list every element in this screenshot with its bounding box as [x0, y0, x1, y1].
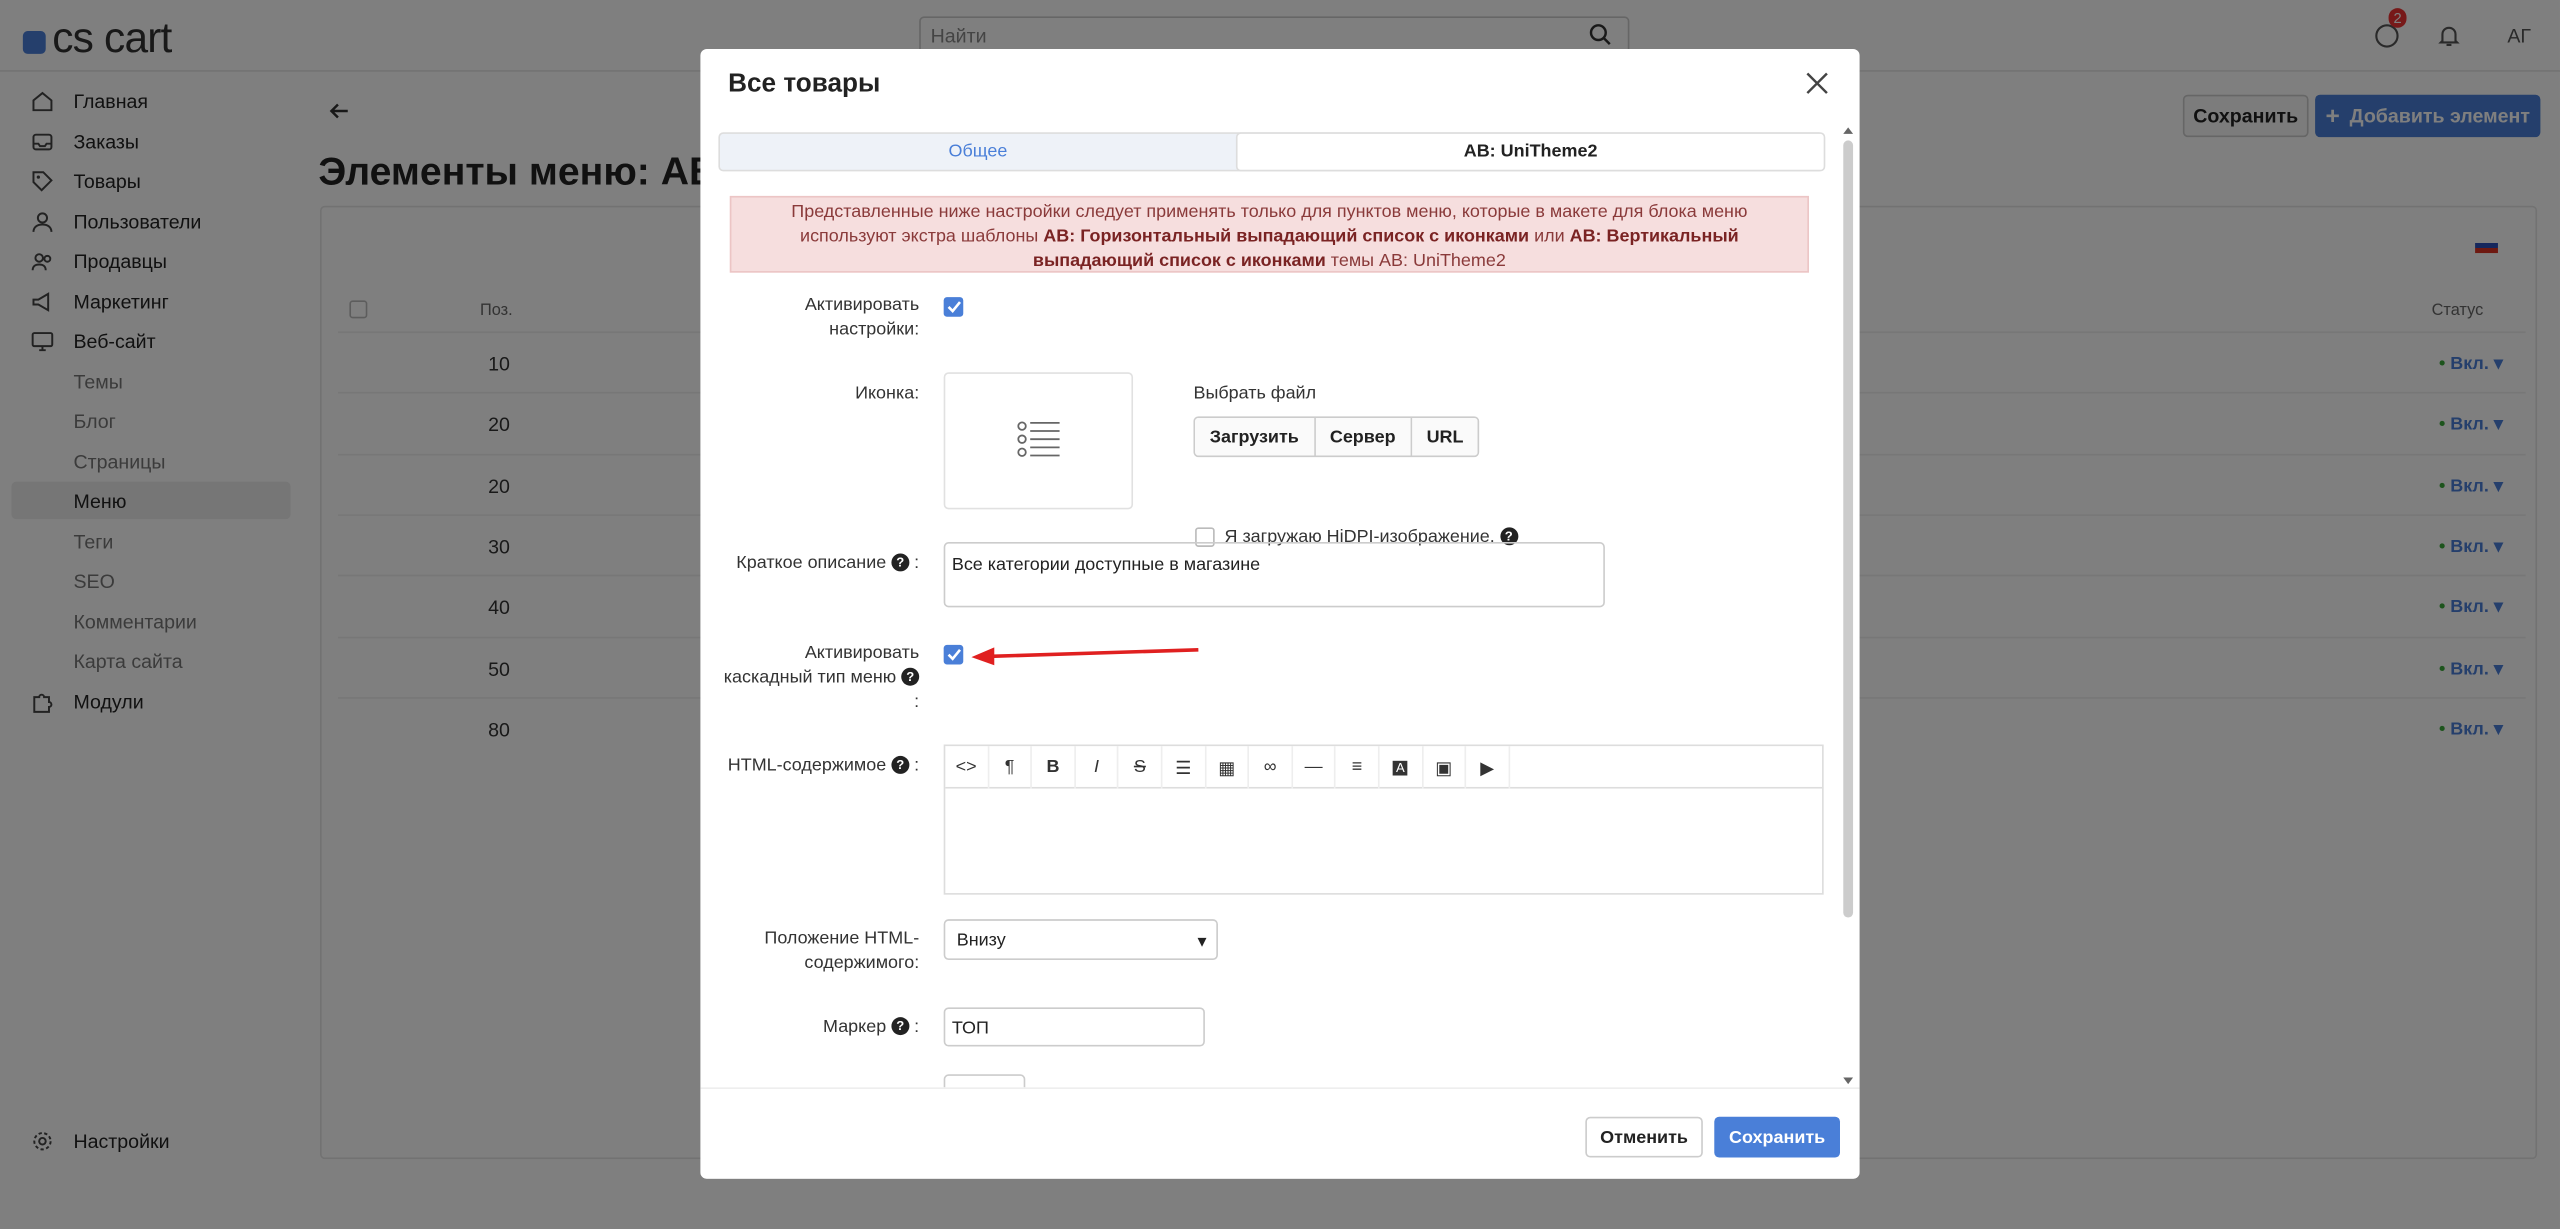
- close-icon[interactable]: [1804, 70, 1830, 96]
- menu-item-dialog: Все товары Общее AB: UniTheme2 Представл…: [700, 48, 1860, 1179]
- help-tooltip-icon[interactable]: ?: [891, 1017, 910, 1036]
- html-content-label-text: HTML-содержимое: [727, 755, 887, 776]
- html-position-select[interactable]: Внизу ▾: [943, 919, 1218, 960]
- activate-settings-label: Активировать настройки:: [804, 295, 920, 340]
- dialog-title: Все товары: [728, 70, 881, 98]
- icon-preview: [943, 372, 1134, 510]
- html-position-value: Внизу: [956, 930, 1006, 951]
- link-icon[interactable]: ∞: [1249, 746, 1293, 789]
- warning-alert: Представленные ниже настройки следует пр…: [729, 195, 1809, 273]
- html-editor[interactable]: <> ¶ B I S ☰ ▦ ∞ — ≡ A ▣ ▶: [943, 744, 1824, 895]
- cancel-button[interactable]: Отменить: [1585, 1116, 1703, 1158]
- help-tooltip-icon[interactable]: ?: [891, 553, 910, 572]
- list-icon: [1017, 421, 1060, 457]
- dialog-scrollbar[interactable]: [1842, 124, 1855, 1087]
- marker-label: Маркер ? :: [823, 1017, 920, 1037]
- scrollbar-thumb[interactable]: [1843, 140, 1854, 918]
- choose-file-label: Выбрать файл: [1193, 383, 1317, 404]
- paragraph-icon[interactable]: ¶: [989, 746, 1033, 789]
- upload-local-button[interactable]: Загрузить: [1195, 417, 1316, 456]
- activate-settings-checkbox[interactable]: [943, 297, 964, 317]
- scroll-up-arrow-icon[interactable]: [1842, 124, 1855, 137]
- strikethrough-icon[interactable]: S: [1119, 746, 1163, 789]
- help-tooltip-icon[interactable]: ?: [901, 667, 920, 686]
- upload-server-button[interactable]: Сервер: [1315, 417, 1412, 456]
- html-content-label: HTML-содержимое ? :: [727, 755, 920, 776]
- short-desc-label: Краткое описание ? :: [736, 553, 920, 574]
- dialog-body[interactable]: Общее AB: UniTheme2 Представленные ниже …: [700, 124, 1840, 1088]
- upload-url-button[interactable]: URL: [1411, 417, 1479, 456]
- alert-text-2: или: [1529, 226, 1570, 247]
- marker-input[interactable]: ТОП: [943, 1007, 1205, 1047]
- cascade-menu-checkbox[interactable]: [943, 644, 964, 665]
- align-icon[interactable]: ≡: [1336, 746, 1380, 789]
- tab-general[interactable]: Общее: [720, 134, 1236, 170]
- code-view-icon[interactable]: <>: [945, 746, 989, 789]
- video-icon[interactable]: ▶: [1466, 746, 1510, 789]
- italic-icon[interactable]: I: [1076, 746, 1119, 789]
- color-picker[interactable]: [943, 1074, 1026, 1088]
- icon-label: Иконка:: [855, 383, 920, 404]
- alert-bold-1: AB: Горизонтальный выпадающий список с и…: [1043, 226, 1530, 247]
- cascade-menu-label: Активировать каскадный тип меню ?:: [723, 643, 920, 712]
- screen: cs cart Найти 2 АГ Главная Заказы Товары…: [0, 0, 2560, 1229]
- table-icon[interactable]: ▦: [1206, 746, 1250, 789]
- dialog-save-button[interactable]: Сохранить: [1714, 1116, 1840, 1158]
- upload-button-group: Загрузить Сервер URL: [1193, 416, 1480, 458]
- scroll-down-arrow-icon[interactable]: [1842, 1074, 1855, 1087]
- editor-toolbar: <> ¶ B I S ☰ ▦ ∞ — ≡ A ▣ ▶: [945, 746, 1823, 789]
- horizontal-rule-icon[interactable]: —: [1293, 746, 1337, 789]
- annotation-arrow: [971, 647, 1199, 666]
- bullet-list-icon[interactable]: ☰: [1162, 746, 1206, 789]
- font-color-icon[interactable]: A: [1379, 746, 1423, 789]
- marker-label-text: Маркер: [823, 1017, 887, 1037]
- cascade-label-line1: Активировать: [804, 643, 920, 663]
- dialog-footer: Отменить Сохранить: [700, 1087, 1860, 1179]
- tab-bar: Общее AB: UniTheme2: [718, 132, 1826, 172]
- short-desc-label-text: Краткое описание: [736, 553, 887, 574]
- help-tooltip-icon[interactable]: ?: [891, 755, 910, 774]
- cascade-label-line2: каскадный тип меню: [723, 667, 897, 688]
- tab-unitheme2[interactable]: AB: UniTheme2: [1235, 132, 1826, 172]
- bold-icon[interactable]: B: [1032, 746, 1076, 789]
- image-icon[interactable]: ▣: [1423, 746, 1467, 789]
- chevron-down-icon: ▾: [1197, 932, 1207, 952]
- short-desc-textarea[interactable]: Все категории доступные в магазине: [943, 542, 1605, 608]
- alert-text-3: темы AB: UniTheme2: [1325, 251, 1506, 272]
- html-position-label: Положение HTML-содержимого:: [764, 928, 920, 974]
